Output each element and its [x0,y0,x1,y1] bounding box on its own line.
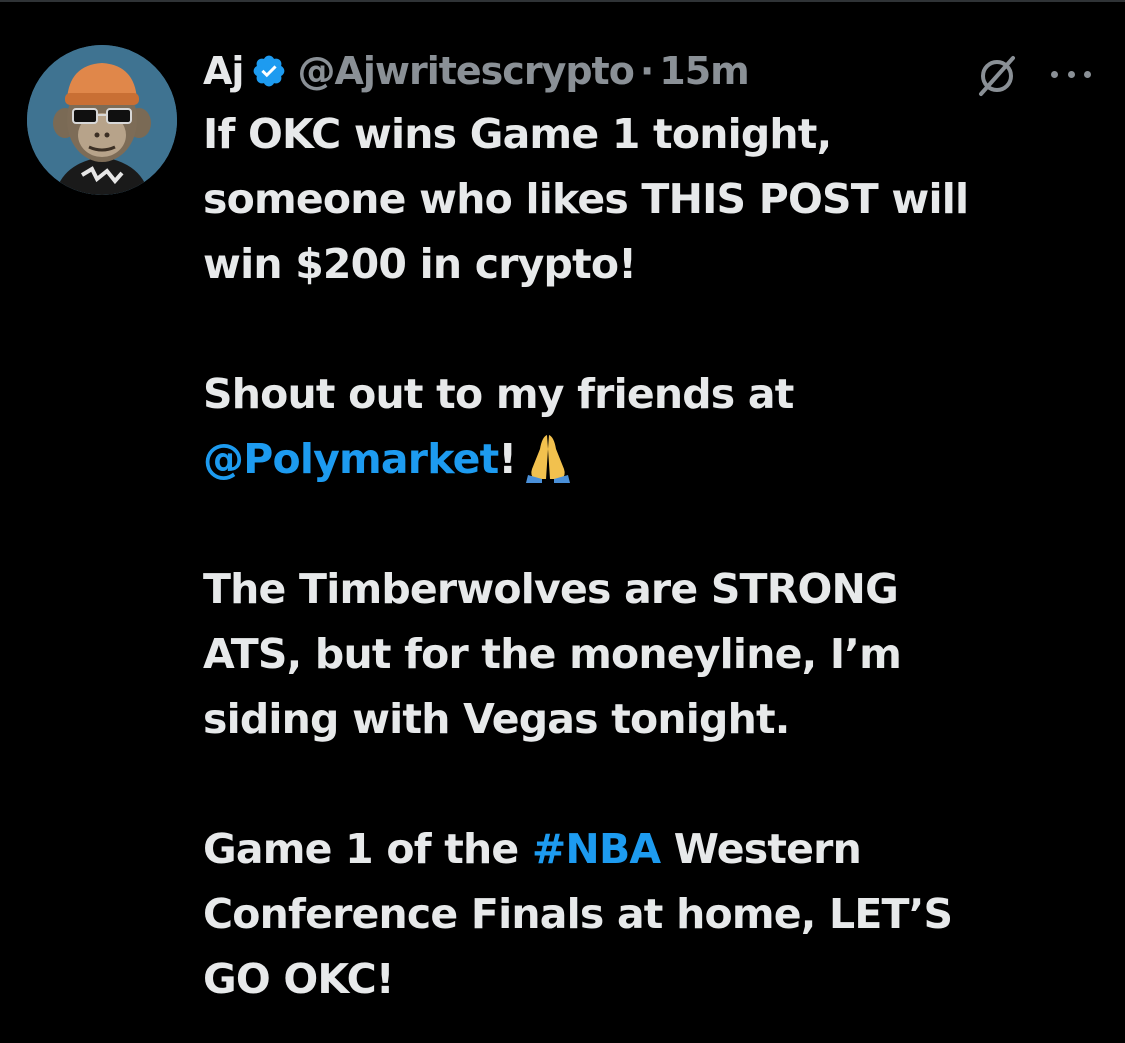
more-dot [1084,70,1091,78]
tweet[interactable]: Aj @Ajwritescrypto · 15m If OKC wins Gam… [203,40,1103,1012]
game-line-suffix: Western [660,825,862,873]
pray-emoji-icon [526,435,571,483]
tweet-line: The Timberwolves are STRONG [203,565,899,613]
tweet-line: siding with Vegas tonight. [203,695,790,743]
more-dot [1067,70,1075,78]
tweet-header: Aj @Ajwritescrypto · 15m [203,40,1103,102]
tweet-line: win $200 in crypto! [203,240,637,288]
more-icon[interactable] [1051,62,1091,86]
game-line-prefix: Game 1 of the [203,825,532,873]
tweet-line: someone who likes THIS POST will [203,175,969,223]
avatar[interactable] [27,45,177,195]
tweet-line: If OKC wins Game 1 tonight, [203,110,832,158]
tweet-line: Shout out to my friends at [203,370,794,418]
tweet-line: GO OKC! [203,955,395,1003]
grok-icon[interactable] [973,52,1021,100]
handle[interactable]: @Ajwritescrypto [297,40,634,102]
tweet-line: ATS, but for the moneyline, I’m [203,630,902,678]
tweet-text: If OKC wins Game 1 tonight, someone who … [203,102,1103,1012]
top-divider [0,0,1125,2]
display-name[interactable]: Aj [203,40,244,102]
mention-link[interactable]: @Polymarket [203,435,499,483]
hashtag-link[interactable]: #NBA [532,825,661,873]
hashtag-line: Game 1 of the #NBA Western [203,817,1103,882]
mention-suffix: ! [498,435,517,483]
more-dot [1051,70,1058,78]
ape-avatar-image [27,45,177,195]
mention-line: @Polymarket! [203,427,1103,492]
timestamp[interactable]: 15m [659,40,749,102]
tweet-line: Conference Finals at home, LET’S [203,890,953,938]
verified-badge-icon[interactable] [251,53,287,89]
separator-dot: · [639,49,654,93]
